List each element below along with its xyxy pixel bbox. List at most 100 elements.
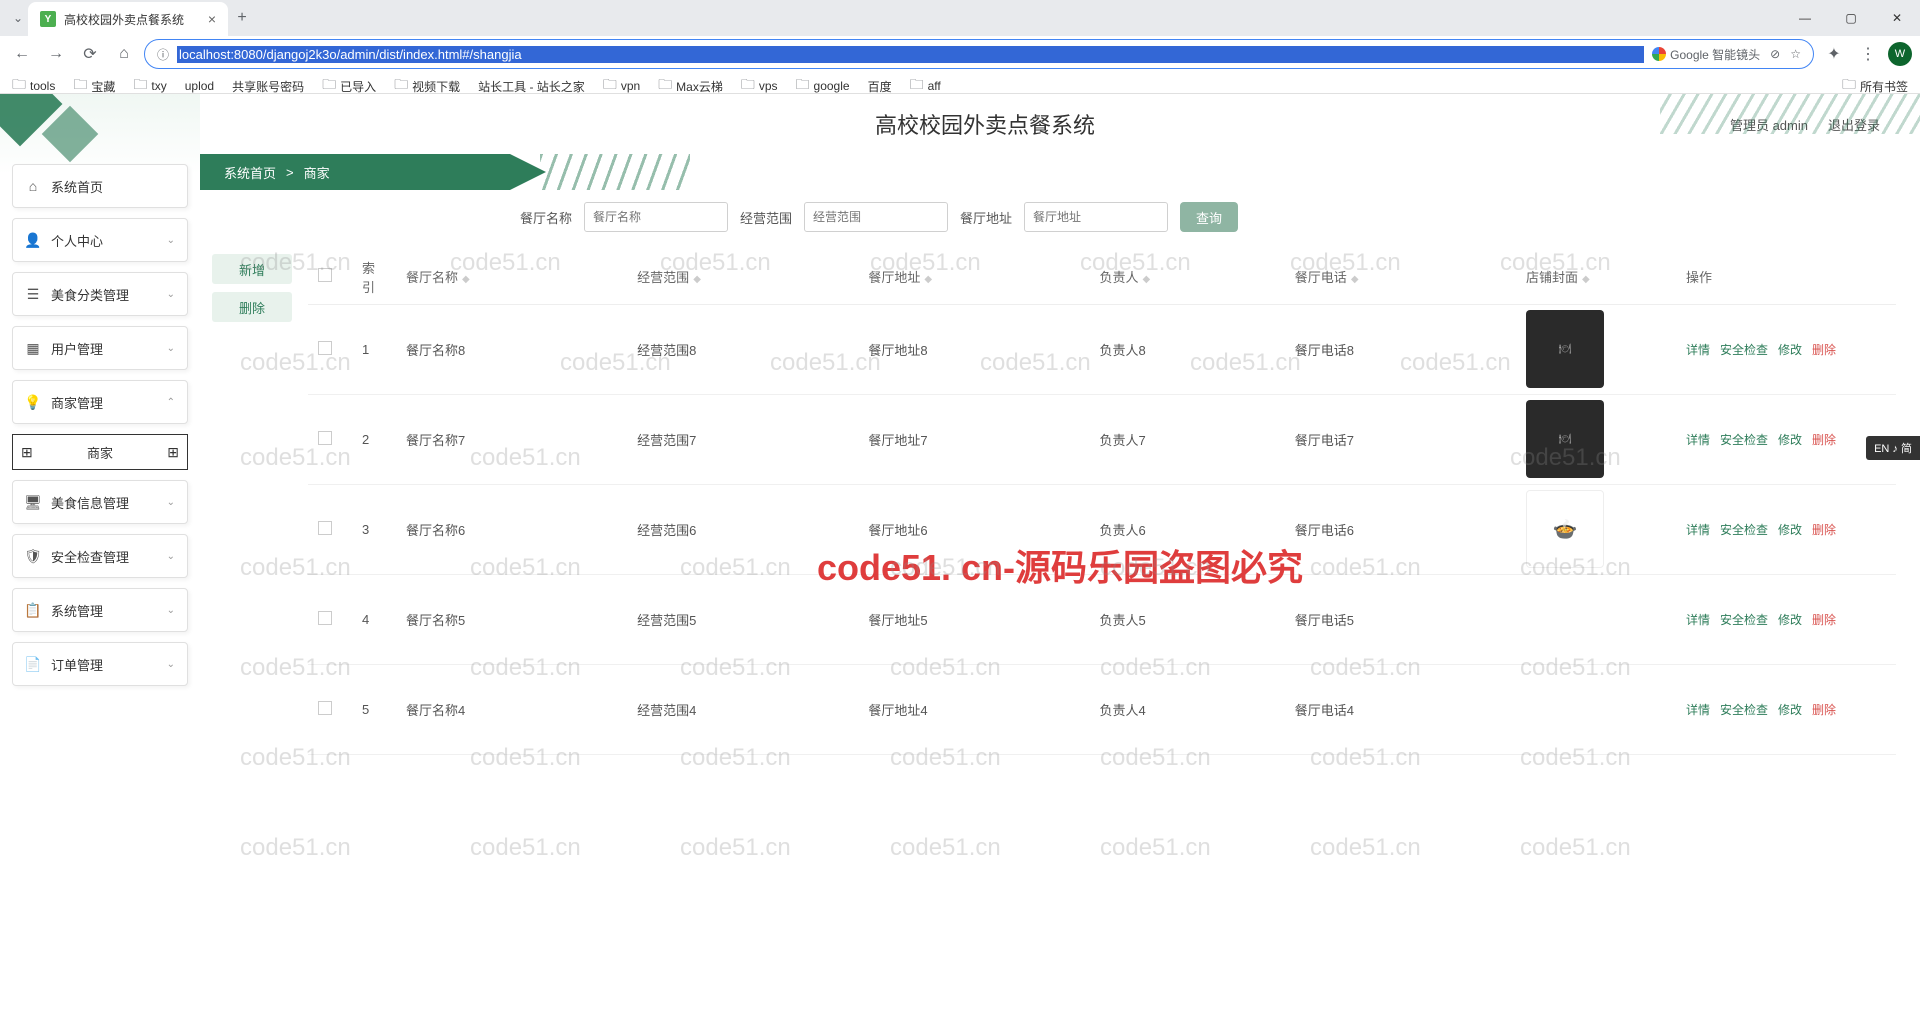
sidebar-item[interactable]: ⌂系统首页	[12, 164, 188, 208]
bookmark-item[interactable]: 站长工具 - 站长之家	[478, 78, 585, 95]
close-icon[interactable]: ×	[208, 11, 216, 27]
search-scope-input[interactable]	[804, 202, 948, 232]
col-addr[interactable]: 餐厅地址◆	[858, 250, 1089, 304]
sidebar-item[interactable]: 💡商家管理⌃	[12, 380, 188, 424]
bookmark-item[interactable]: 共享账号密码	[232, 78, 304, 95]
cell-name: 餐厅名称8	[396, 304, 627, 394]
detail-link[interactable]: 详情	[1686, 433, 1710, 447]
sidebar-item[interactable]: 📋系统管理⌄	[12, 588, 188, 632]
col-cover[interactable]: 店铺封面◆	[1516, 250, 1676, 304]
reload-icon[interactable]: ⟳	[76, 40, 104, 68]
ime-badge[interactable]: EN ♪ 简	[1866, 436, 1920, 460]
table-row: 5餐厅名称4经营范围4餐厅地址4负责人4餐厅电话4详情安全检查修改删除	[308, 664, 1896, 754]
google-lens-button[interactable]: Google 智能镜头	[1652, 46, 1760, 63]
bookmark-star-icon[interactable]: ☆	[1790, 47, 1801, 61]
row-checkbox[interactable]	[318, 521, 332, 535]
cell-index: 3	[352, 484, 396, 574]
check-link[interactable]: 安全检查	[1720, 613, 1768, 627]
detail-link[interactable]: 详情	[1686, 703, 1710, 717]
url-text: localhost:8080/djangoj2k3o/admin/dist/in…	[177, 46, 1644, 63]
url-box[interactable]: ⓘ localhost:8080/djangoj2k3o/admin/dist/…	[144, 39, 1814, 69]
table-row: 2餐厅名称7经营范围7餐厅地址7负责人7餐厅电话7🍽详情安全检查修改删除	[308, 394, 1896, 484]
main-panel: 高校校园外卖点餐系统 管理员 admin 退出登录 系统首页 > 商家 餐厅名称…	[200, 94, 1920, 1036]
sidebar-item[interactable]: ☰美食分类管理⌄	[12, 272, 188, 316]
detail-link[interactable]: 详情	[1686, 343, 1710, 357]
row-checkbox[interactable]	[318, 341, 332, 355]
home-icon[interactable]: ⌂	[110, 40, 138, 68]
cell-owner: 负责人7	[1090, 394, 1285, 484]
menu-icon: ▦	[25, 340, 41, 356]
back-icon[interactable]: ←	[8, 40, 36, 68]
info-icon[interactable]: ⓘ	[157, 46, 169, 63]
delete-link[interactable]: 删除	[1812, 703, 1836, 717]
maximize-icon[interactable]: ▢	[1828, 0, 1874, 36]
breadcrumb-home[interactable]: 系统首页	[224, 163, 276, 182]
sidebar-item[interactable]: ▦ 用户管理 ⌄	[12, 326, 188, 370]
check-link[interactable]: 安全检查	[1720, 433, 1768, 447]
lens-icon	[1652, 47, 1666, 61]
row-ops: 详情安全检查修改删除	[1686, 701, 1886, 718]
sidebar-item[interactable]: 🛡安全检查管理⌄	[12, 534, 188, 578]
profile-avatar[interactable]: W	[1888, 42, 1912, 66]
delete-link[interactable]: 删除	[1812, 343, 1836, 357]
cell-index: 4	[352, 574, 396, 664]
search-name-input[interactable]	[584, 202, 728, 232]
tab-dropdown-icon[interactable]: ⌄	[8, 4, 28, 32]
bookmark-item[interactable]: uplod	[185, 79, 214, 93]
menu-label: 订单管理	[51, 655, 103, 674]
delete-link[interactable]: 删除	[1812, 613, 1836, 627]
edit-link[interactable]: 修改	[1778, 523, 1802, 537]
menu-label: 商家管理	[51, 393, 103, 412]
check-link[interactable]: 安全检查	[1720, 523, 1768, 537]
row-checkbox[interactable]	[318, 701, 332, 715]
cell-phone: 餐厅电话5	[1285, 574, 1516, 664]
cell-index: 2	[352, 394, 396, 484]
delete-link[interactable]: 删除	[1812, 433, 1836, 447]
sort-icon: ◆	[462, 274, 470, 285]
chevron-icon: ⌄	[167, 343, 175, 354]
detail-link[interactable]: 详情	[1686, 523, 1710, 537]
edit-link[interactable]: 修改	[1778, 703, 1802, 717]
extensions-icon[interactable]: ✦	[1820, 40, 1848, 68]
sidebar-item[interactable]: 📄订单管理⌄	[12, 642, 188, 686]
check-link[interactable]: 安全检查	[1720, 703, 1768, 717]
new-tab-button[interactable]: +	[228, 9, 256, 27]
delete-link[interactable]: 删除	[1812, 523, 1836, 537]
col-owner[interactable]: 负责人◆	[1090, 250, 1285, 304]
minimize-icon[interactable]: —	[1782, 0, 1828, 36]
row-checkbox[interactable]	[318, 611, 332, 625]
sidebar-subitem-merchant[interactable]: 商家	[12, 434, 188, 470]
col-phone[interactable]: 餐厅电话◆	[1285, 250, 1516, 304]
sidebar-item[interactable]: 👤个人中心⌄	[12, 218, 188, 262]
sort-icon: ◆	[693, 274, 701, 285]
menu-dots-icon[interactable]: ⋮	[1854, 40, 1882, 68]
close-window-icon[interactable]: ✕	[1874, 0, 1920, 36]
row-ops: 详情安全检查修改删除	[1686, 341, 1886, 358]
edit-link[interactable]: 修改	[1778, 613, 1802, 627]
col-name[interactable]: 餐厅名称◆	[396, 250, 627, 304]
cell-owner: 负责人6	[1090, 484, 1285, 574]
browser-tab[interactable]: Y 高校校园外卖点餐系统 ×	[28, 2, 228, 36]
chevron-icon: ⌄	[167, 551, 175, 562]
detail-link[interactable]: 详情	[1686, 613, 1710, 627]
menu-label: 用户管理	[51, 339, 103, 358]
search-button[interactable]: 查询	[1180, 202, 1238, 232]
edit-link[interactable]: 修改	[1778, 433, 1802, 447]
forward-icon[interactable]: →	[42, 40, 70, 68]
col-scope[interactable]: 经营范围◆	[627, 250, 858, 304]
row-checkbox[interactable]	[318, 431, 332, 445]
tab-title: 高校校园外卖点餐系统	[64, 11, 200, 28]
cell-owner: 负责人4	[1090, 664, 1285, 754]
checkbox-all[interactable]	[318, 268, 332, 282]
delete-button[interactable]: 删除	[212, 292, 292, 322]
add-button[interactable]: 新增	[212, 254, 292, 284]
check-link[interactable]: 安全检查	[1720, 343, 1768, 357]
chevron-icon: ⌃	[167, 397, 175, 408]
browser-chrome: ⌄ Y 高校校园外卖点餐系统 × + — ▢ ✕ ← → ⟳ ⌂ ⓘ local…	[0, 0, 1920, 94]
password-icon[interactable]: ⊘	[1770, 47, 1780, 61]
edit-link[interactable]: 修改	[1778, 343, 1802, 357]
search-addr-input[interactable]	[1024, 202, 1168, 232]
bookmark-item[interactable]: 百度	[868, 78, 892, 95]
cell-owner: 负责人8	[1090, 304, 1285, 394]
sidebar-item[interactable]: 🖥美食信息管理⌄	[12, 480, 188, 524]
